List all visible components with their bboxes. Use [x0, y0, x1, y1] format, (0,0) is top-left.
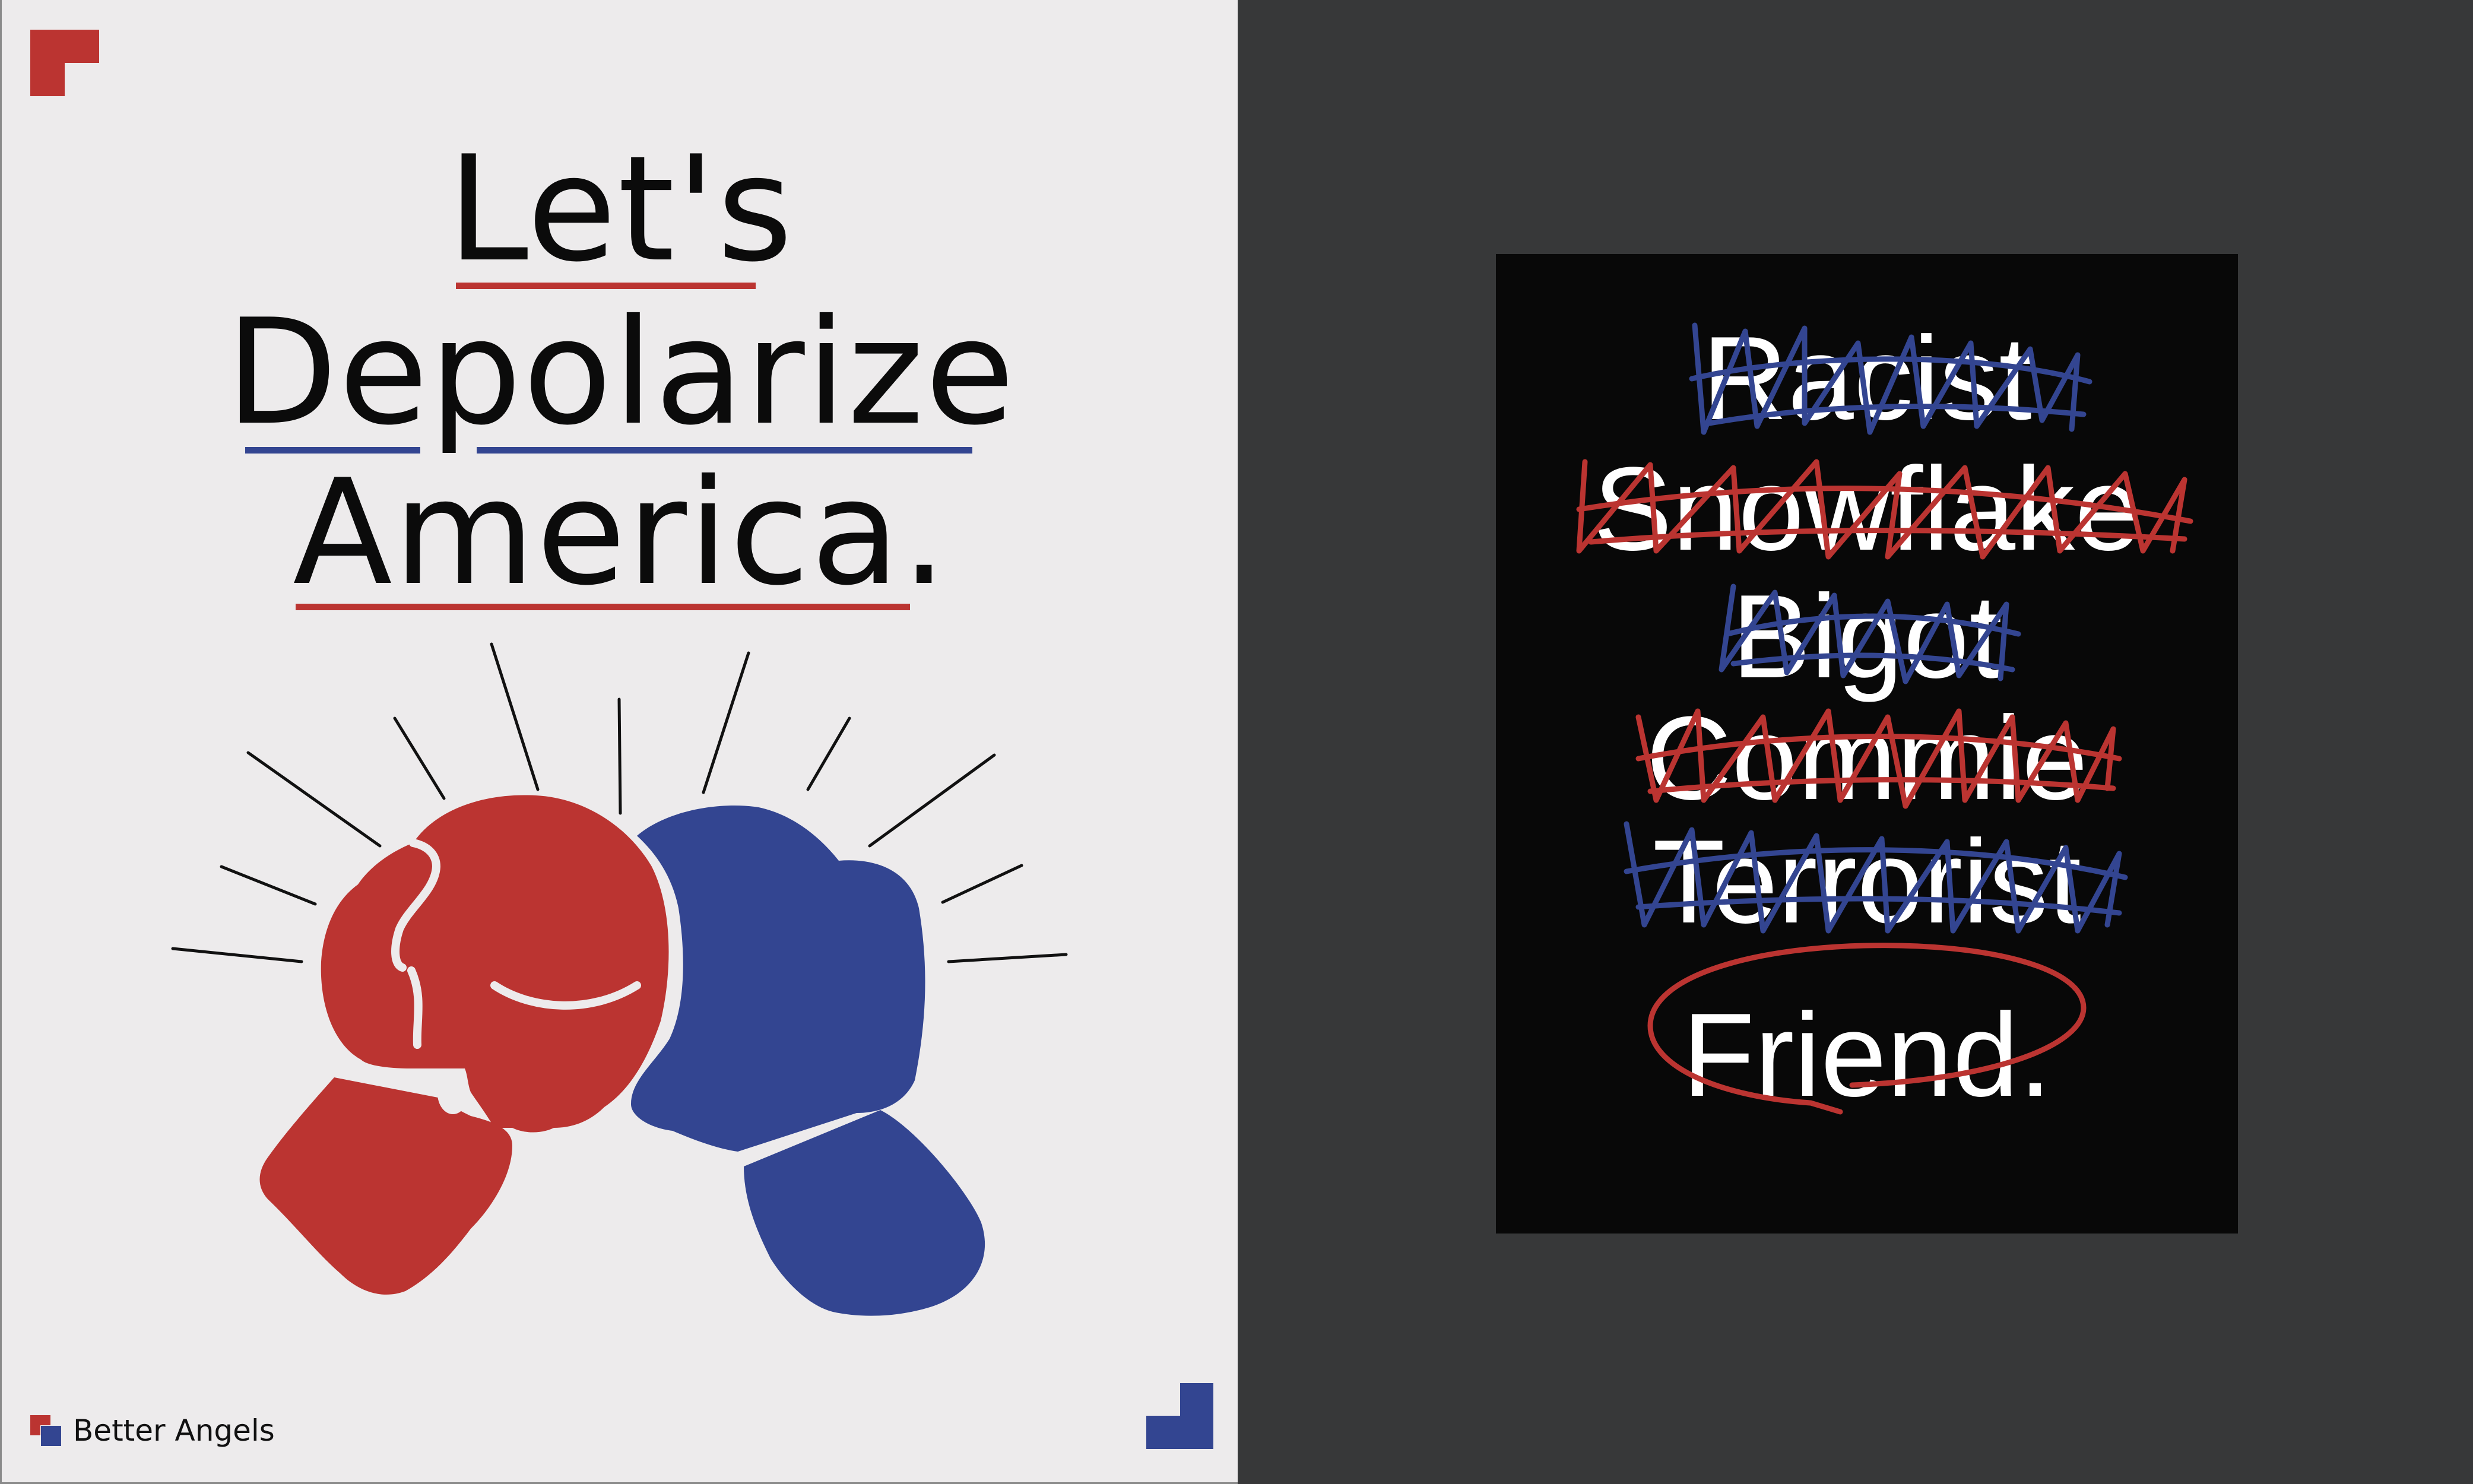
dark-panel: Racist Snowflake Bigot Commie Terrorist … [1238, 0, 2473, 1484]
red-glove [259, 795, 669, 1295]
crossed-word-commie: Commie [1646, 692, 2088, 825]
corner-bracket-icon [30, 30, 99, 96]
headline-line-2: Depolarize [225, 288, 1016, 457]
crossed-word-terrorist: Terrorist [1652, 816, 2082, 948]
crossed-word-bigot: Bigot [1732, 570, 2002, 703]
canvas: Let's Depolarize America. Better Angels … [0, 0, 2473, 1484]
depolarize-poster: Let's Depolarize America. Better Angels [0, 0, 1238, 1484]
corner-bracket-icon [1146, 1383, 1213, 1449]
better-angels-logo-icon [30, 1415, 61, 1446]
circled-word-friend: Friend. [1682, 989, 2052, 1121]
blue-glove [631, 806, 985, 1316]
brand-signature: Better Angels [30, 1410, 275, 1451]
brand-name: Better Angels [73, 1413, 275, 1448]
headline-line-1: Let's [447, 125, 794, 294]
friend-poster: Racist Snowflake Bigot Commie Terrorist … [1496, 254, 2238, 1234]
crossed-word-racist: Racist [1702, 312, 2032, 445]
headline-line-3: America. [293, 448, 949, 617]
red-underline [296, 604, 910, 610]
crossed-word-snowflake: Snowflake [1593, 443, 2141, 575]
boxing-gloves-icon [171, 642, 1068, 1316]
